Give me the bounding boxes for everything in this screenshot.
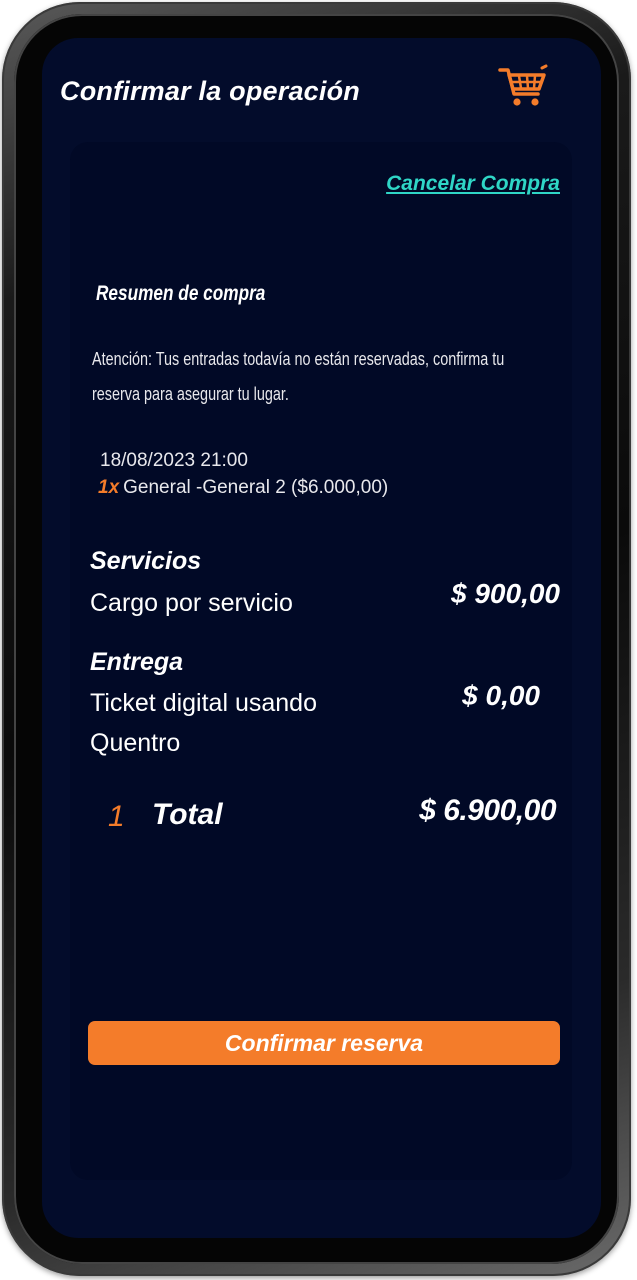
ticket-quantity: 1x [98, 477, 120, 498]
page-title: Confirmar la operación [60, 76, 360, 106]
services-heading: Servicios [90, 547, 202, 575]
total-amount: $ 6.900,00 [419, 794, 556, 827]
app-header: Confirmar la operación [42, 38, 601, 138]
total-ticket-count: 1 [108, 800, 125, 833]
confirm-reservation-button[interactable]: Confirmar reserva [88, 1021, 560, 1065]
ticket-line: 1x General -General 2 ($6.000,00) [98, 477, 388, 499]
event-datetime: 18/08/2023 21:00 [100, 450, 248, 471]
service-fee-label: Cargo por servicio [90, 589, 293, 617]
total-label: Total [152, 798, 223, 831]
cancel-purchase-link[interactable]: Cancelar Compra [386, 172, 560, 196]
purchase-summary-card: Cancelar Compra Resumen de compra Atenci… [70, 142, 572, 1180]
app-screen: Confirmar la operación Cancelar Compra R… [42, 38, 601, 1238]
summary-title: Resumen de compra [96, 282, 266, 305]
ticket-description: General -General 2 ($6.000,00) [123, 477, 389, 498]
reservation-notice: Atención: Tus entradas todavía no están … [92, 349, 505, 404]
delivery-amount: $ 0,00 [462, 680, 540, 711]
shopping-cart-icon[interactable] [498, 64, 548, 108]
delivery-method-label: Ticket digital usando Quentro [90, 689, 317, 757]
service-fee-amount: $ 900,00 [451, 578, 560, 609]
delivery-heading: Entrega [90, 648, 184, 676]
